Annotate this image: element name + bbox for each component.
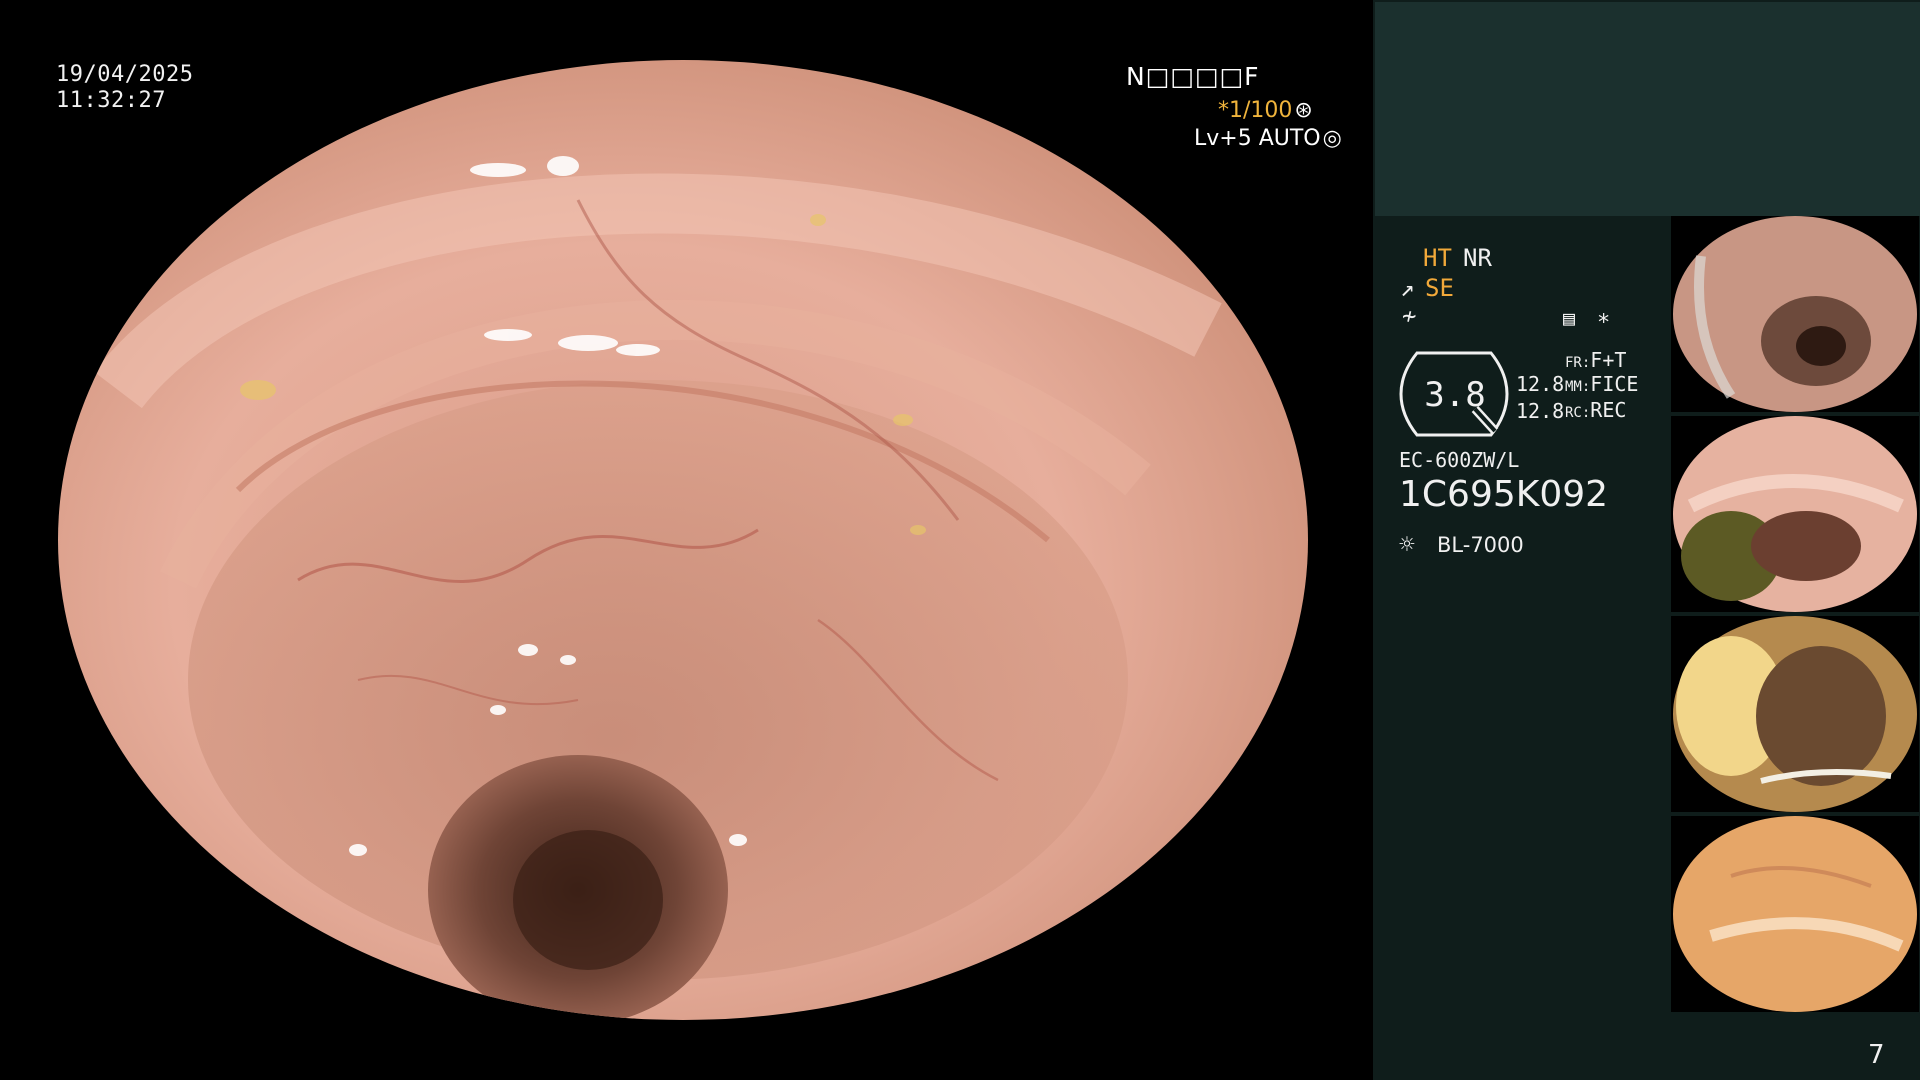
scope-serial: 1C695K092 — [1399, 474, 1609, 515]
mm-key: MM: — [1565, 379, 1591, 395]
light-source-model: BL-7000 — [1437, 533, 1524, 557]
page-number: 7 — [1868, 1040, 1885, 1070]
mode-ht: HT — [1423, 244, 1452, 272]
thumbnail-2[interactable] — [1671, 416, 1919, 612]
endoscopic-image — [58, 60, 1308, 1020]
enhancement-icon: ↗ — [1400, 274, 1415, 302]
scope-model: EC-600ZW/L — [1399, 448, 1520, 472]
readout-value-b: 12.8 — [1516, 399, 1565, 423]
fr-value: F+T — [1590, 348, 1627, 372]
fr-setting: FR:F+T — [1565, 348, 1626, 372]
mm-setting: MM:FICE — [1565, 372, 1638, 396]
rc-value: REC — [1590, 398, 1627, 422]
info-panel-header — [1375, 2, 1920, 216]
rc-key: RC: — [1565, 405, 1591, 421]
rc-setting: RC:REC — [1565, 398, 1626, 422]
mode-nr: NR — [1463, 244, 1492, 272]
status-code: N□□□□F — [1126, 62, 1260, 91]
mm-value: FICE — [1590, 372, 1639, 396]
star-icon: ∗ — [1597, 306, 1611, 331]
shutter-readout: *1/100⊛ — [1218, 98, 1313, 123]
shutter-value: *1/100 — [1218, 98, 1293, 123]
light-level-value: Lv+5 AUTO — [1194, 126, 1321, 151]
date-display: 19/04/2025 — [56, 62, 194, 87]
time-display: 11:32:27 — [56, 88, 166, 113]
storage-icon: ▤ — [1563, 306, 1576, 330]
thumbnail-4[interactable] — [1671, 816, 1919, 1012]
thumbnail-1[interactable] — [1671, 216, 1919, 412]
shutter-settings-icon: ⊛ — [1294, 98, 1313, 123]
light-level-readout: Lv+5 AUTO◎ — [1194, 126, 1342, 151]
zoom-value: 3.8 — [1424, 375, 1486, 415]
light-source-icon: ☼ — [1399, 530, 1415, 560]
mode-se: SE — [1425, 274, 1454, 302]
thumbnail-3[interactable] — [1671, 616, 1919, 812]
readout-value-a: 12.8 — [1516, 372, 1565, 396]
fr-key: FR: — [1565, 355, 1591, 371]
filter-icon: ≁ — [1402, 302, 1417, 330]
auto-iris-icon: ◎ — [1322, 126, 1342, 151]
